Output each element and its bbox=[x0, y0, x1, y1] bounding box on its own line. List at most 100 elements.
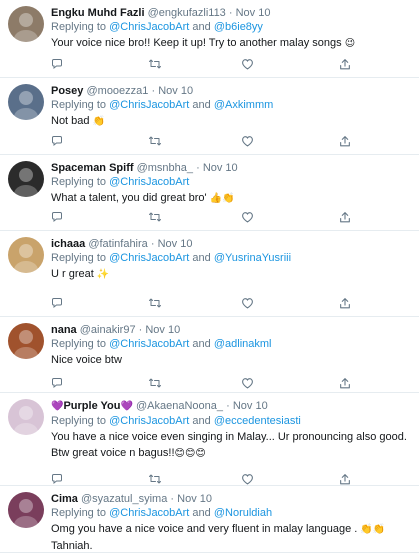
tweet-header: Posey @mooezza1 · Nov 10 bbox=[51, 84, 413, 98]
display-name[interactable]: ichaaa bbox=[51, 238, 85, 250]
tweet-text-body: Tahniah. bbox=[51, 540, 93, 552]
mention-link[interactable]: @YusrinaYusriii bbox=[214, 252, 291, 264]
retweet-icon[interactable] bbox=[148, 58, 162, 70]
tweet-content: Cima @syazatul_syima · Nov 10 Replying to… bbox=[51, 492, 413, 553]
tweet-text-body: U r great bbox=[51, 268, 94, 280]
tweet-content: Engku Muhd Fazli @engkufazli113 · Nov 10… bbox=[51, 6, 413, 52]
user-handle[interactable]: @ainakir97 bbox=[80, 324, 136, 336]
emoji: 👍👏 bbox=[209, 193, 235, 204]
tweet-date[interactable]: Nov 10 bbox=[158, 85, 193, 97]
reply-icon[interactable] bbox=[51, 297, 63, 309]
share-icon[interactable] bbox=[339, 473, 351, 486]
separator-dot: · bbox=[150, 238, 155, 250]
replying-label: Replying to bbox=[51, 338, 107, 350]
mention-link[interactable]: @b6ie8yy bbox=[214, 21, 263, 33]
avatar[interactable] bbox=[8, 399, 44, 435]
tweet-date[interactable]: Nov 10 bbox=[203, 162, 238, 174]
tweet-date[interactable]: Nov 10 bbox=[233, 400, 268, 412]
share-icon[interactable] bbox=[339, 211, 351, 224]
emoji: 😉 bbox=[344, 38, 356, 49]
avatar[interactable] bbox=[8, 6, 44, 42]
user-handle[interactable]: @AkaenaNoona_ bbox=[136, 400, 223, 412]
mention-link[interactable]: @eccedentesiasti bbox=[214, 415, 301, 427]
mention-link[interactable]: @Axkimmm bbox=[214, 99, 273, 111]
mention-link[interactable]: @adlinakml bbox=[214, 338, 272, 350]
user-handle[interactable]: @syazatul_syima bbox=[81, 493, 167, 505]
tweet-text-body: Not bad bbox=[51, 115, 90, 127]
share-icon[interactable] bbox=[339, 135, 351, 148]
like-icon[interactable] bbox=[241, 58, 254, 70]
like-icon[interactable] bbox=[241, 377, 254, 389]
mention-link[interactable]: @ChrisJacobArt bbox=[109, 176, 189, 188]
avatar[interactable] bbox=[8, 237, 44, 273]
name-emoji: 💜 bbox=[51, 401, 64, 412]
tweet-date[interactable]: Nov 10 bbox=[158, 238, 193, 250]
mention-link[interactable]: @ChrisJacobArt bbox=[109, 21, 189, 33]
tweet: Posey @mooezza1 · Nov 10 Replying to @Chr… bbox=[0, 78, 419, 155]
tweet-actions bbox=[51, 135, 381, 149]
reply-icon[interactable] bbox=[51, 58, 63, 70]
reply-icon[interactable] bbox=[51, 135, 63, 147]
tweet: nana @ainakir97 · Nov 10 Replying to @Chr… bbox=[0, 317, 419, 393]
share-icon[interactable] bbox=[339, 377, 351, 390]
tweet-content: Spaceman Spiff @msnbha_ · Nov 10 Replying… bbox=[51, 161, 413, 207]
tweet-date[interactable]: Nov 10 bbox=[177, 493, 212, 505]
avatar[interactable] bbox=[8, 161, 44, 197]
replying-label: Replying to bbox=[51, 252, 107, 264]
emoji: 👏 bbox=[92, 116, 106, 127]
tweet-actions bbox=[51, 211, 381, 225]
mention-link[interactable]: @ChrisJacobArt bbox=[109, 99, 189, 111]
tweet-date[interactable]: Nov 10 bbox=[236, 7, 271, 19]
tweet: Spaceman Spiff @msnbha_ · Nov 10 Replying… bbox=[0, 155, 419, 231]
like-icon[interactable] bbox=[241, 211, 254, 223]
replying-label: Replying to bbox=[51, 21, 107, 33]
retweet-icon[interactable] bbox=[148, 377, 162, 389]
like-icon[interactable] bbox=[241, 135, 254, 147]
tweet: ichaaa @fatinfahira · Nov 10 Replying to … bbox=[0, 231, 419, 317]
reply-icon[interactable] bbox=[51, 473, 63, 485]
share-icon[interactable] bbox=[339, 58, 351, 71]
tweet-text: Nice voice btw bbox=[51, 352, 413, 368]
name-emoji: 💜 bbox=[120, 401, 133, 412]
mention-link[interactable]: @Noruldiah bbox=[214, 507, 272, 519]
avatar[interactable] bbox=[8, 323, 44, 359]
display-name[interactable]: Posey bbox=[51, 85, 83, 97]
user-handle[interactable]: @msnbha_ bbox=[137, 162, 193, 174]
retweet-icon[interactable] bbox=[148, 135, 162, 147]
share-icon[interactable] bbox=[339, 297, 351, 310]
tweet-header: ichaaa @fatinfahira · Nov 10 bbox=[51, 237, 413, 251]
reply-icon[interactable] bbox=[51, 377, 63, 389]
display-name[interactable]: Spaceman Spiff bbox=[51, 162, 134, 174]
avatar[interactable] bbox=[8, 492, 44, 528]
and-label: and bbox=[192, 99, 211, 111]
display-name[interactable]: Cima bbox=[51, 493, 78, 505]
and-label: and bbox=[192, 338, 211, 350]
tweet-header: Engku Muhd Fazli @engkufazli113 · Nov 10 bbox=[51, 6, 413, 20]
retweet-icon[interactable] bbox=[148, 211, 162, 223]
mention-link[interactable]: @ChrisJacobArt bbox=[109, 252, 189, 264]
tweet-text-body: Your voice nice bro!! Keep it up! Try to… bbox=[51, 37, 342, 49]
display-name[interactable]: nana bbox=[51, 324, 77, 336]
tweet-text: Not bad 👏 bbox=[51, 113, 413, 130]
tweet-date[interactable]: Nov 10 bbox=[145, 324, 180, 336]
tweet-header: Cima @syazatul_syima · Nov 10 bbox=[51, 492, 413, 506]
retweet-icon[interactable] bbox=[148, 297, 162, 309]
emoji: 👏👏 bbox=[360, 524, 386, 535]
replying-label: Replying to bbox=[51, 507, 107, 519]
mention-link[interactable]: @ChrisJacobArt bbox=[109, 507, 189, 519]
mention-link[interactable]: @ChrisJacobArt bbox=[109, 338, 189, 350]
user-handle[interactable]: @mooezza1 bbox=[86, 85, 148, 97]
mention-link[interactable]: @ChrisJacobArt bbox=[109, 415, 189, 427]
user-handle[interactable]: @fatinfahira bbox=[88, 238, 147, 250]
display-name[interactable]: Engku Muhd Fazli bbox=[51, 7, 145, 19]
and-label: and bbox=[192, 507, 211, 519]
user-handle[interactable]: @engkufazli113 bbox=[148, 7, 226, 19]
replying-label: Replying to bbox=[51, 176, 107, 188]
display-name[interactable]: Purple You bbox=[63, 400, 120, 412]
avatar[interactable] bbox=[8, 84, 44, 120]
retweet-icon[interactable] bbox=[148, 473, 162, 485]
reply-icon[interactable] bbox=[51, 211, 63, 223]
like-icon[interactable] bbox=[241, 297, 254, 309]
tweet: Engku Muhd Fazli @engkufazli113 · Nov 10… bbox=[0, 0, 419, 78]
like-icon[interactable] bbox=[241, 473, 254, 485]
